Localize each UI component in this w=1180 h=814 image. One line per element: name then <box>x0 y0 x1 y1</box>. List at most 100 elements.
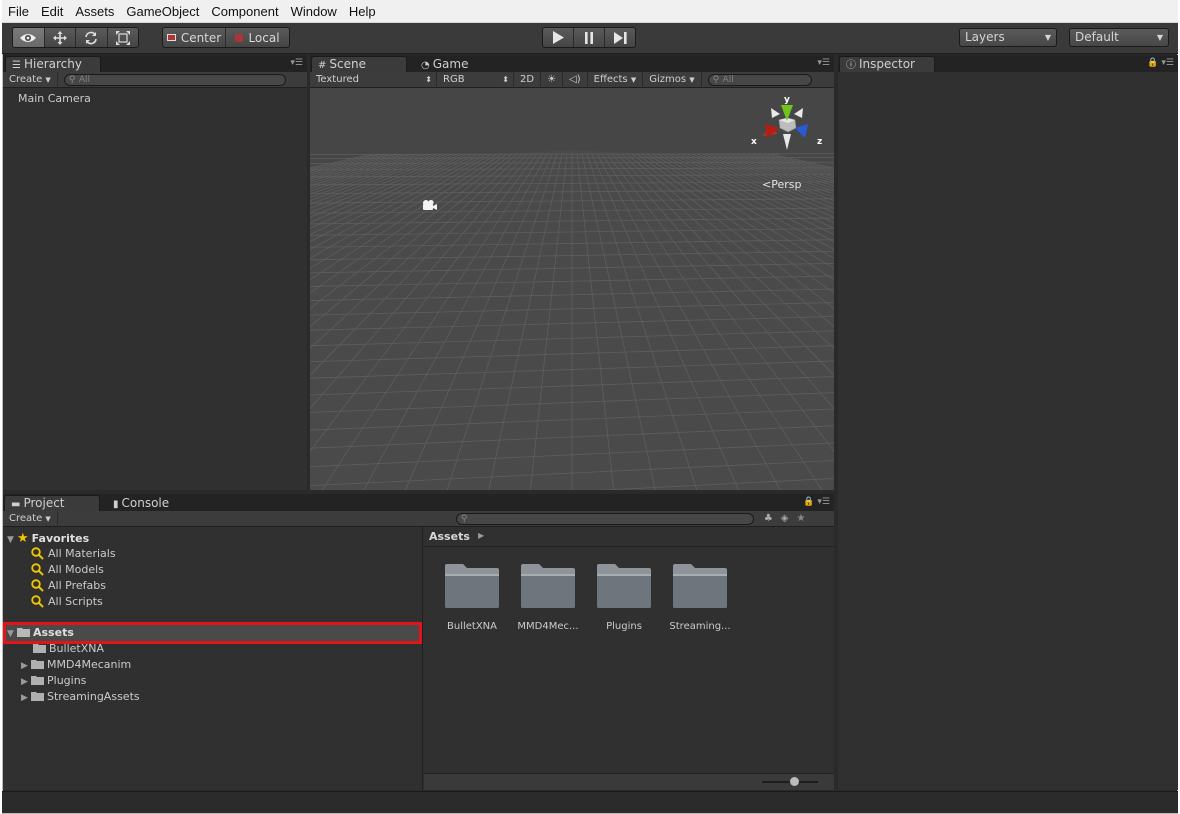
favorite-all-prefabs[interactable]: All Prefabs <box>31 579 106 592</box>
lock-panel-menu-icon[interactable]: 🔒 ▾☰ <box>1147 58 1174 68</box>
menu-window[interactable]: Window <box>285 0 343 23</box>
step-button[interactable] <box>605 28 635 47</box>
tab-scene-label: Scene <box>329 57 366 71</box>
view-tool-button[interactable] <box>13 28 45 47</box>
play-button[interactable] <box>543 28 574 47</box>
favorite-all-models[interactable]: All Models <box>31 563 104 576</box>
projection-label: Persp <box>771 178 802 191</box>
projection-toggle[interactable]: <Persp <box>762 178 801 191</box>
lighting-toggle-button[interactable]: ☀ <box>541 71 564 88</box>
panel-menu-icon[interactable]: ▾☰ <box>290 58 303 68</box>
project-subbar: Create ▼ ♣ ◈ ★ <box>3 510 834 527</box>
menu-edit[interactable]: Edit <box>35 0 69 23</box>
star-icon: ★ <box>17 531 29 546</box>
save-search-star-icon[interactable]: ★ <box>796 513 805 524</box>
folder-icon <box>33 644 46 653</box>
move-tool-button[interactable] <box>45 28 76 47</box>
tree-favorites[interactable]: ▼ ★ Favorites <box>7 531 89 546</box>
project-breadcrumb-bar: Assets ▶ <box>424 527 834 547</box>
menu-gameobject[interactable]: GameObject <box>120 0 205 23</box>
pause-button[interactable] <box>574 28 605 47</box>
tab-console[interactable]: ▮ Console <box>106 495 186 511</box>
play-icon <box>553 31 564 44</box>
collapsed-triangle-icon[interactable]: ▶ <box>21 661 31 671</box>
filter-by-label-icon[interactable]: ◈ <box>781 513 789 524</box>
eye-icon <box>20 33 37 42</box>
hierarchy-search-input[interactable]: All <box>63 73 286 86</box>
shading-mode-label: Textured <box>316 73 359 85</box>
camera-icon[interactable] <box>420 198 438 212</box>
gizmo-z-cone[interactable] <box>795 124 808 138</box>
inspector-panel: ⓘ Inspector 🔒 ▾☰ <box>838 55 1178 790</box>
tab-game[interactable]: ◔ Game <box>414 56 484 72</box>
scale-tool-button[interactable] <box>108 28 139 47</box>
collapsed-triangle-icon[interactable]: ▶ <box>21 677 31 687</box>
dropdown-arrow-icon: ▼ <box>45 75 51 84</box>
tree-folder-plugins[interactable]: ▶ Plugins <box>21 674 86 687</box>
audio-toggle-button[interactable]: ◁) <box>563 71 588 88</box>
lock-panel-menu-icon[interactable]: 🔒 ▾☰ <box>803 497 830 507</box>
tab-inspector[interactable]: ⓘ Inspector <box>839 56 935 72</box>
layers-dropdown[interactable]: Layers ▼ <box>959 28 1057 47</box>
tab-project[interactable]: ▬ Project <box>4 495 100 511</box>
grid-folder-streamingassets[interactable]: Streaming... <box>668 562 732 632</box>
panel-menu-icon[interactable]: ▾☰ <box>817 58 830 68</box>
chevron-left-icon: < <box>762 178 772 191</box>
pivot-local-label: Local <box>248 30 280 45</box>
tree-folder-streamingassets[interactable]: ▶ StreamingAssets <box>21 690 140 703</box>
grid-folder-bulletxna[interactable]: BulletXNA <box>440 562 504 632</box>
pivot-center-button[interactable]: Center <box>163 28 227 47</box>
project-create-label: Create <box>9 512 43 524</box>
scene-viewport[interactable]: y x z <Persp <box>310 88 834 490</box>
project-search-input[interactable] <box>455 512 754 525</box>
icon-size-slider-handle[interactable] <box>790 777 799 786</box>
tree-folder-mmd4mecanim[interactable]: ▶ MMD4Mecanim <box>21 658 131 671</box>
pivot-local-button[interactable]: Local <box>226 28 289 47</box>
effects-dropdown[interactable]: Effects ▼ <box>588 71 644 88</box>
gizmo-y-cone[interactable] <box>781 105 793 121</box>
hierarchy-create-button[interactable]: Create ▼ <box>3 71 58 88</box>
gizmo-neg-x-cone[interactable] <box>771 108 780 118</box>
pivot-toggles: Center Local <box>162 27 290 48</box>
status-bar <box>2 791 1178 813</box>
gizmo-neg-y-cone[interactable] <box>783 134 791 150</box>
menu-assets[interactable]: Assets <box>69 0 120 23</box>
shading-mode-dropdown[interactable]: Textured ⬍ <box>310 71 437 88</box>
folder-icon <box>445 564 499 608</box>
hierarchy-item-main-camera[interactable]: Main Camera <box>18 92 91 105</box>
grid-icon: # <box>318 60 327 71</box>
gizmos-dropdown[interactable]: Gizmos ▼ <box>643 71 702 88</box>
tab-game-label: Game <box>432 57 469 71</box>
toggle-2d-button[interactable]: 2D <box>514 71 542 88</box>
toggle-2d-label: 2D <box>520 73 535 85</box>
hierarchy-subbar: Create ▼ All <box>3 71 307 88</box>
gizmo-y-label: y <box>784 95 790 105</box>
render-mode-dropdown[interactable]: RGB ⬍ <box>437 71 514 88</box>
updown-arrow-icon: ⬍ <box>425 74 432 84</box>
filter-by-type-icon[interactable]: ♣ <box>764 513 773 524</box>
breadcrumb-assets[interactable]: Assets <box>429 530 470 543</box>
menu-bar: File Edit Assets GameObject Component Wi… <box>2 0 1178 23</box>
layout-dropdown[interactable]: Default ▼ <box>1069 28 1169 47</box>
tab-scene[interactable]: # Scene <box>311 56 407 72</box>
tab-hierarchy[interactable]: ☰ Hierarchy <box>5 56 101 72</box>
favorite-label: All Models <box>48 563 104 576</box>
transform-tools <box>12 27 139 48</box>
favorite-all-materials[interactable]: All Materials <box>31 547 116 560</box>
favorite-all-scripts[interactable]: All Scripts <box>31 595 103 608</box>
dropdown-arrow-icon: ▼ <box>1156 33 1163 42</box>
folder-icon <box>31 692 44 701</box>
menu-file[interactable]: File <box>2 0 35 23</box>
menu-component[interactable]: Component <box>205 0 284 23</box>
grid-folder-plugins[interactable]: Plugins <box>592 562 656 632</box>
gizmo-neg-z-cone[interactable] <box>794 108 803 118</box>
grid-folder-mmd4mecanim[interactable]: MMD4Mec... <box>516 562 580 632</box>
pivot-icon <box>166 34 176 41</box>
project-create-button[interactable]: Create ▼ <box>3 510 58 527</box>
info-icon: ⓘ <box>846 60 856 71</box>
rotate-tool-button[interactable] <box>76 28 108 47</box>
orientation-gizmo[interactable]: y x z <box>747 92 831 168</box>
scene-search-input[interactable]: All <box>707 73 812 86</box>
collapsed-triangle-icon[interactable]: ▶ <box>21 693 31 703</box>
menu-help[interactable]: Help <box>343 0 382 23</box>
